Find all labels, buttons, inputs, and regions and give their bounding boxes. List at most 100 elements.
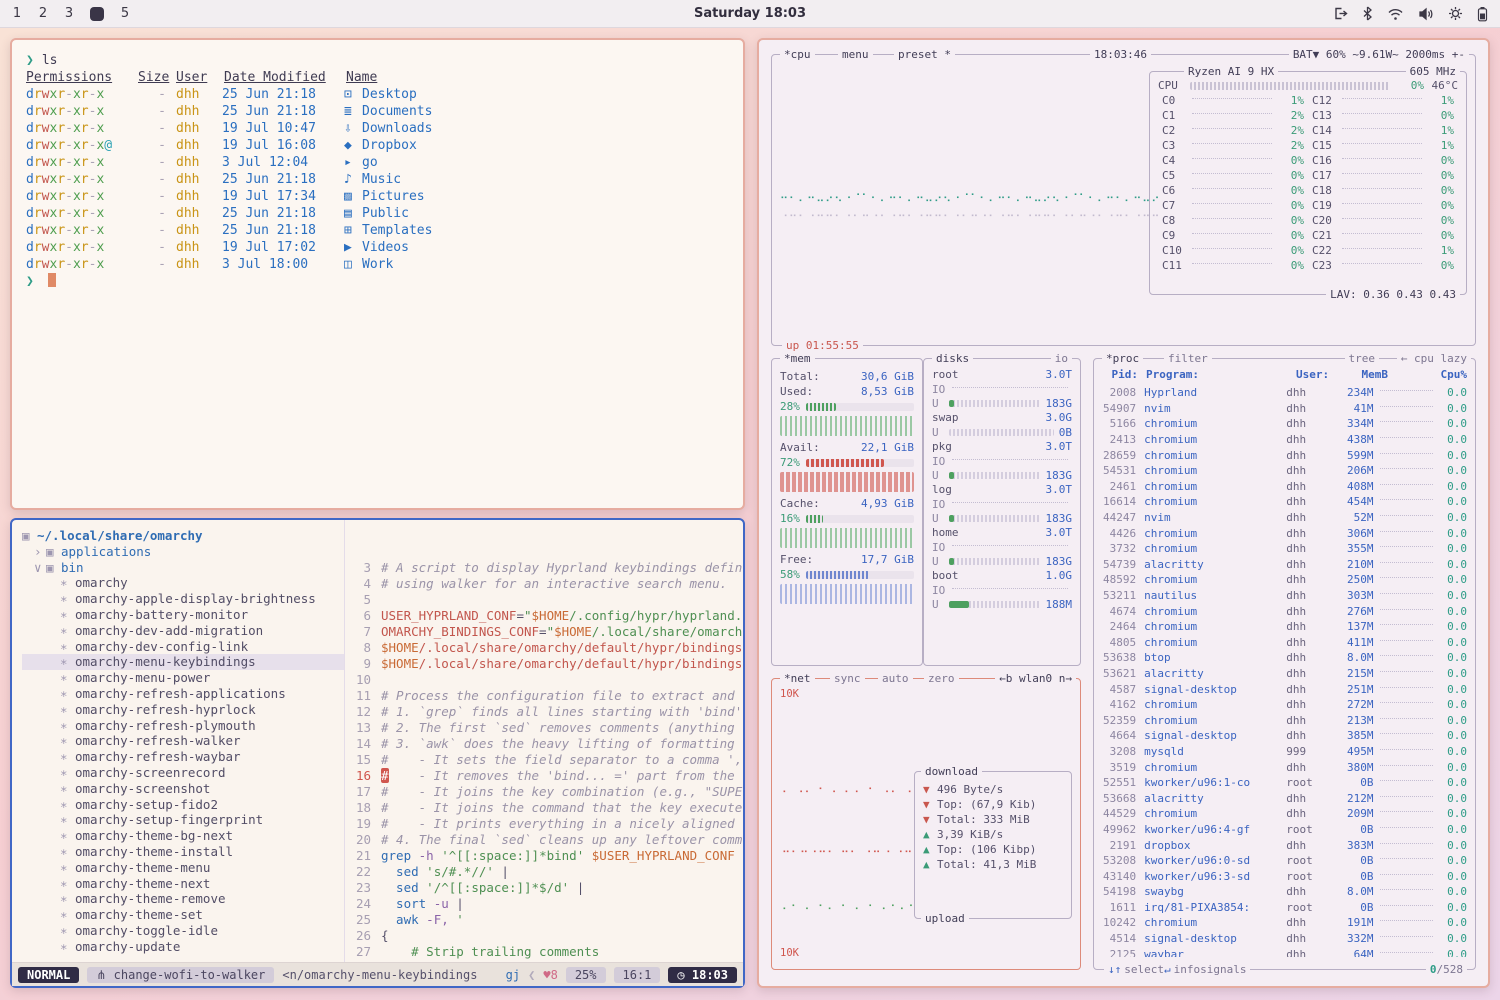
process-row[interactable]: 4805chromiumdhh411M0.0: [1102, 635, 1467, 651]
tree-item[interactable]: ∗omarchy-refresh-waybar: [22, 749, 344, 765]
tree-item[interactable]: ∗omarchy-setup-fido2: [22, 797, 344, 813]
process-row[interactable]: 49962kworker/u96:4-gfroot0B0.0: [1102, 822, 1467, 838]
process-row[interactable]: 48592chromiumdhh250M0.0: [1102, 572, 1467, 588]
net-box-title[interactable]: *net: [780, 671, 815, 686]
proc-footer-items[interactable]: ↓↑select↵infosignals: [1108, 962, 1246, 977]
tree-folder-applications[interactable]: ›▣applications: [22, 544, 344, 560]
tree-item[interactable]: ∗omarchy-theme-bg-next: [22, 828, 344, 844]
tree-item[interactable]: ∗omarchy-theme-install: [22, 844, 344, 860]
terminal-prompt-line[interactable]: ❯: [26, 273, 729, 290]
proc-footer-info[interactable]: ↵info: [1164, 963, 1200, 976]
process-row[interactable]: 2464chromiumdhh137M0.0: [1102, 619, 1467, 635]
mem-box-title[interactable]: *mem: [780, 351, 815, 366]
process-row[interactable]: 44247nvimdhh52M0.0: [1102, 510, 1467, 526]
tree-item[interactable]: ∗omarchy-refresh-walker: [22, 733, 344, 749]
tree-item[interactable]: ∗omarchy-toggle-idle: [22, 923, 344, 939]
process-row[interactable]: 4162chromiumdhh272M0.0: [1102, 697, 1467, 713]
process-row[interactable]: 43140kworker/u96:3-sdroot0B0.0: [1102, 868, 1467, 884]
disks-box-title[interactable]: disks: [932, 351, 973, 366]
process-name: chromium: [1144, 416, 1286, 431]
tree-item[interactable]: ∗omarchy-apple-display-brightness: [22, 591, 344, 607]
disk-size: 3.0T: [1046, 525, 1073, 540]
gear-icon[interactable]: [1448, 6, 1463, 21]
proc-footer-select[interactable]: ↓↑select: [1108, 963, 1164, 976]
process-row[interactable]: 53621alacrittydhh215M0.0: [1102, 666, 1467, 682]
net-tab-sync[interactable]: sync: [830, 671, 865, 686]
net-tab-auto[interactable]: auto: [878, 671, 913, 686]
process-row[interactable]: 28659chromiumdhh599M0.0: [1102, 447, 1467, 463]
col-cpu[interactable]: Cpu%: [1433, 367, 1467, 382]
process-row[interactable]: 52551kworker/u96:1-coroot0B0.0: [1102, 775, 1467, 791]
process-row[interactable]: 4587signal-desktopdhh251M0.0: [1102, 681, 1467, 697]
tree-root[interactable]: ▣~/.local/share/omarchy: [22, 528, 344, 544]
tree-item[interactable]: ∗omarchy-dev-config-link: [22, 639, 344, 655]
col-user[interactable]: User:: [1296, 367, 1344, 382]
process-row[interactable]: 10242chromiumdhh191M0.0: [1102, 915, 1467, 931]
tree-item[interactable]: ∗omarchy: [22, 575, 344, 591]
tree-item[interactable]: ∗omarchy-theme-menu: [22, 860, 344, 876]
process-row[interactable]: 54907nvimdhh41M0.0: [1102, 401, 1467, 417]
tree-item[interactable]: ∗omarchy-menu-power: [22, 670, 344, 686]
process-row[interactable]: 53638btopdhh8.0M0.0: [1102, 650, 1467, 666]
tree-item[interactable]: ∗omarchy-screenshot: [22, 781, 344, 797]
tree-item[interactable]: ∗omarchy-screenrecord: [22, 765, 344, 781]
battery-icon[interactable]: [1477, 6, 1488, 22]
disks-io-toggle[interactable]: io: [1051, 351, 1072, 366]
tree-item[interactable]: ∗omarchy-theme-set: [22, 907, 344, 923]
tree-item[interactable]: ∗omarchy-refresh-applications: [22, 686, 344, 702]
proc-filter-button[interactable]: filter: [1164, 351, 1212, 366]
process-row[interactable]: 54198swaybgdhh8.0M0.0: [1102, 884, 1467, 900]
process-row[interactable]: 3519chromiumdhh380M0.0: [1102, 759, 1467, 775]
tree-item[interactable]: ∗omarchy-dev-add-migration: [22, 623, 344, 639]
process-row[interactable]: 54739alacrittydhh210M0.0: [1102, 557, 1467, 573]
process-row[interactable]: 53211nautilusdhh303M0.0: [1102, 588, 1467, 604]
net-interface[interactable]: ←b wlan0 n→: [995, 671, 1076, 686]
tree-item[interactable]: ∗omarchy-menu-keybindings: [22, 654, 344, 670]
col-program[interactable]: Program:: [1146, 367, 1296, 382]
process-row[interactable]: 16614chromiumdhh454M0.0: [1102, 494, 1467, 510]
process-row[interactable]: 2461chromiumdhh408M0.0: [1102, 479, 1467, 495]
proc-footer-signals[interactable]: signals: [1200, 963, 1246, 976]
process-row[interactable]: 2008Hyprlanddhh234M0.0: [1102, 385, 1467, 401]
process-row[interactable]: 44529chromiumdhh209M0.0: [1102, 806, 1467, 822]
menu-button[interactable]: menu: [838, 47, 873, 62]
process-row[interactable]: 2413chromiumdhh438M0.0: [1102, 432, 1467, 448]
process-row[interactable]: 54531chromiumdhh206M0.0: [1102, 463, 1467, 479]
process-row[interactable]: 3732chromiumdhh355M0.0: [1102, 541, 1467, 557]
cpu-box-title[interactable]: *cpu: [780, 47, 815, 62]
code-pane[interactable]: 3# A script to display Hyprland keybindi…: [344, 520, 743, 962]
process-row[interactable]: 2191dropboxdhh383M0.0: [1102, 837, 1467, 853]
process-row[interactable]: 52359chromiumdhh213M0.0: [1102, 712, 1467, 728]
col-pid[interactable]: Pid:: [1102, 367, 1146, 382]
process-row[interactable]: 4674chromiumdhh276M0.0: [1102, 603, 1467, 619]
process-name: kworker/u96:0-sd: [1144, 853, 1286, 868]
wifi-icon[interactable]: [1387, 7, 1404, 21]
process-row[interactable]: 4426chromiumdhh306M0.0: [1102, 525, 1467, 541]
process-row[interactable]: 3208mysqld999495M0.0: [1102, 744, 1467, 760]
proc-tree-toggle[interactable]: tree: [1345, 351, 1380, 366]
process-row[interactable]: 4664signal-desktopdhh385M0.0: [1102, 728, 1467, 744]
preset-button[interactable]: preset *: [894, 47, 955, 62]
tree-item[interactable]: ∗omarchy-theme-next: [22, 876, 344, 892]
tree-item[interactable]: ∗omarchy-refresh-plymouth: [22, 718, 344, 734]
tree-item[interactable]: ∗omarchy-theme-remove: [22, 891, 344, 907]
tree-item[interactable]: ∗omarchy-update: [22, 939, 344, 955]
tree-item[interactable]: ∗omarchy-refresh-hyprlock: [22, 702, 344, 718]
net-tab-zero[interactable]: zero: [924, 671, 959, 686]
process-row[interactable]: 53668alacrittydhh212M0.0: [1102, 790, 1467, 806]
col-memb[interactable]: MemB: [1344, 367, 1388, 382]
volume-icon[interactable]: [1418, 7, 1434, 21]
process-row[interactable]: 53208kworker/u96:0-sdroot0B0.0: [1102, 853, 1467, 869]
tree-folder-bin[interactable]: ∨▣bin: [22, 560, 344, 576]
tree-item[interactable]: ∗omarchy-setup-fingerprint: [22, 812, 344, 828]
proc-box-title[interactable]: *proc: [1102, 351, 1143, 366]
process-row[interactable]: 1611irq/81-PIXA3854:root0B0.0: [1102, 900, 1467, 916]
bluetooth-icon[interactable]: [1362, 6, 1373, 21]
logout-icon[interactable]: [1333, 6, 1348, 21]
tree-item[interactable]: ∗omarchy-battery-monitor: [22, 607, 344, 623]
process-row[interactable]: 2125waybardhh64M0.0: [1102, 946, 1467, 957]
proc-sort-column[interactable]: ← cpu lazy: [1397, 351, 1471, 366]
process-row[interactable]: 4514signal-desktopdhh332M0.0: [1102, 931, 1467, 947]
process-row[interactable]: 5166chromiumdhh334M0.0: [1102, 416, 1467, 432]
git-branch[interactable]: ⋔ change-wofi-to-walker: [87, 967, 274, 983]
